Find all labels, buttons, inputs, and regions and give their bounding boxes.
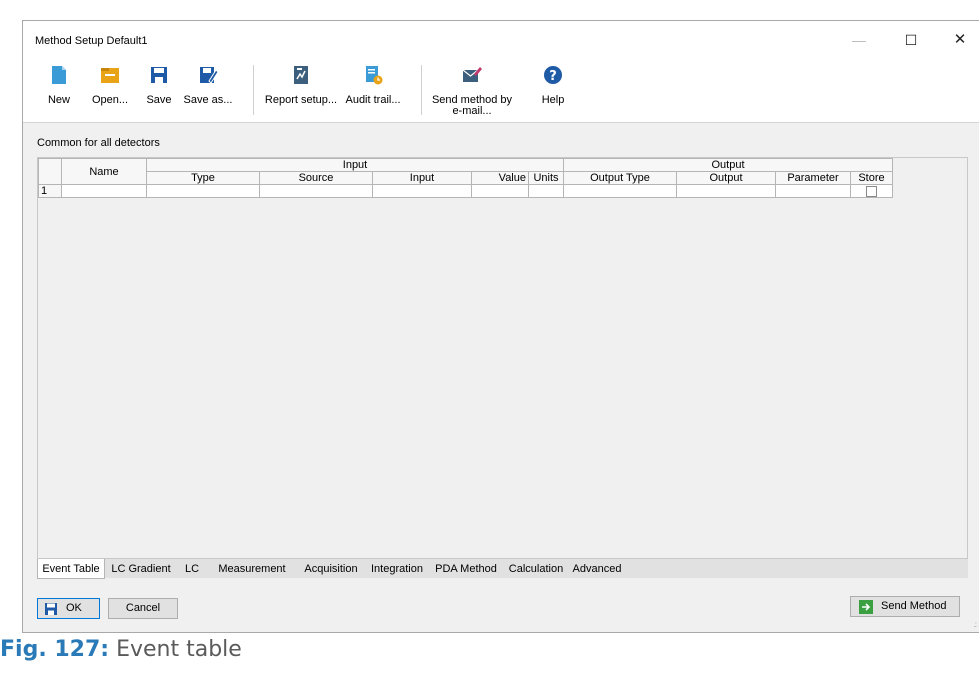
output-cell[interactable] (676, 184, 776, 198)
parameter-cell[interactable] (775, 184, 851, 198)
save-button[interactable]: Save (143, 59, 175, 121)
tab-measurement[interactable]: Measurement (207, 559, 297, 579)
new-button[interactable]: New (41, 59, 77, 121)
source-column-header[interactable]: Source (259, 171, 373, 185)
report-icon (294, 66, 308, 84)
floppy-disk-icon (151, 67, 167, 83)
tab-advanced[interactable]: Advanced (569, 559, 625, 579)
store-column-header[interactable]: Store (850, 171, 893, 185)
output-group-header: Output (563, 158, 893, 172)
table-row[interactable]: 1 (38, 184, 893, 198)
toolbar-separator (421, 65, 422, 115)
close-button[interactable]: ✕ (942, 29, 978, 51)
toolbar-separator (253, 65, 254, 115)
send-method-label: Send Method (881, 600, 947, 612)
help-button[interactable]: ? Help (537, 59, 569, 121)
name-column-header[interactable]: Name (61, 158, 147, 185)
tab-lc-gradient[interactable]: LC Gradient (105, 559, 177, 579)
method-setup-window: Method Setup Default1 — ☐ ✕ New Open... … (22, 20, 979, 633)
figure-caption: Fig. 127: Event table (0, 637, 242, 662)
event-table-area: Name Input Output Type Source Input Valu… (37, 157, 968, 558)
tab-bar: Event Table LC Gradient LC Measurement A… (37, 558, 968, 579)
email-edit-icon (462, 67, 482, 82)
section-label: Common for all detectors (37, 137, 160, 149)
title-bar: Method Setup Default1 — ☐ ✕ (23, 21, 979, 59)
tab-acquisition[interactable]: Acquisition (297, 559, 365, 579)
type-cell[interactable] (146, 184, 260, 198)
toolbar: New Open... Save Save as... Report setup… (23, 59, 979, 123)
input-cell[interactable] (372, 184, 472, 198)
window-title: Method Setup Default1 (35, 35, 148, 47)
event-table: Name Input Output Type Source Input Valu… (38, 158, 893, 198)
source-cell[interactable] (259, 184, 373, 198)
figure-number: Fig. 127: (0, 637, 110, 662)
figure-caption-text: Event table (116, 637, 242, 662)
ok-label: OK (66, 602, 82, 614)
send-method-label-line2: e-mail... (452, 105, 492, 117)
store-checkbox[interactable] (866, 185, 877, 197)
tab-lc[interactable]: LC (177, 559, 207, 579)
send-method-button[interactable]: Send Method (850, 596, 960, 617)
output-column-header[interactable]: Output (676, 171, 776, 185)
tab-calculation[interactable]: Calculation (503, 559, 569, 579)
input-group-header: Input (146, 158, 564, 172)
value-column-header[interactable]: Value (471, 171, 529, 185)
type-column-header[interactable]: Type (146, 171, 260, 185)
folder-icon (101, 68, 119, 83)
resize-grip[interactable]: .: (974, 620, 978, 629)
open-button[interactable]: Open... (87, 59, 133, 121)
ok-button[interactable]: OK (37, 598, 100, 619)
name-cell[interactable] (61, 184, 147, 198)
value-cell[interactable] (471, 184, 529, 198)
new-document-icon (52, 66, 66, 84)
output-type-column-header[interactable]: Output Type (563, 171, 677, 185)
row-header-corner (38, 158, 62, 185)
row-number: 1 (38, 184, 62, 198)
units-column-header[interactable]: Units (528, 171, 564, 185)
send-method-by-email-button[interactable]: Send method by e-mail... (427, 59, 517, 121)
floppy-disk-icon (45, 603, 57, 615)
report-setup-button[interactable]: Report setup... (261, 59, 341, 121)
input-column-header[interactable]: Input (372, 171, 472, 185)
audit-trail-button[interactable]: Audit trail... (343, 59, 403, 121)
tab-integration[interactable]: Integration (365, 559, 429, 579)
units-cell[interactable] (528, 184, 564, 198)
save-as-button[interactable]: Save as... (183, 59, 233, 121)
tab-event-table[interactable]: Event Table (37, 559, 105, 579)
minimize-button[interactable]: — (841, 29, 877, 51)
svg-text:?: ? (549, 69, 557, 84)
tab-pda-method[interactable]: PDA Method (429, 559, 503, 579)
parameter-column-header[interactable]: Parameter (775, 171, 851, 185)
save-as-icon (200, 67, 218, 84)
maximize-button[interactable]: ☐ (893, 29, 929, 51)
send-arrow-icon (859, 600, 873, 614)
output-type-cell[interactable] (563, 184, 677, 198)
audit-trail-icon (366, 66, 383, 85)
cancel-button[interactable]: Cancel (108, 598, 178, 619)
help-icon: ? (544, 66, 562, 84)
store-cell[interactable] (850, 184, 893, 198)
